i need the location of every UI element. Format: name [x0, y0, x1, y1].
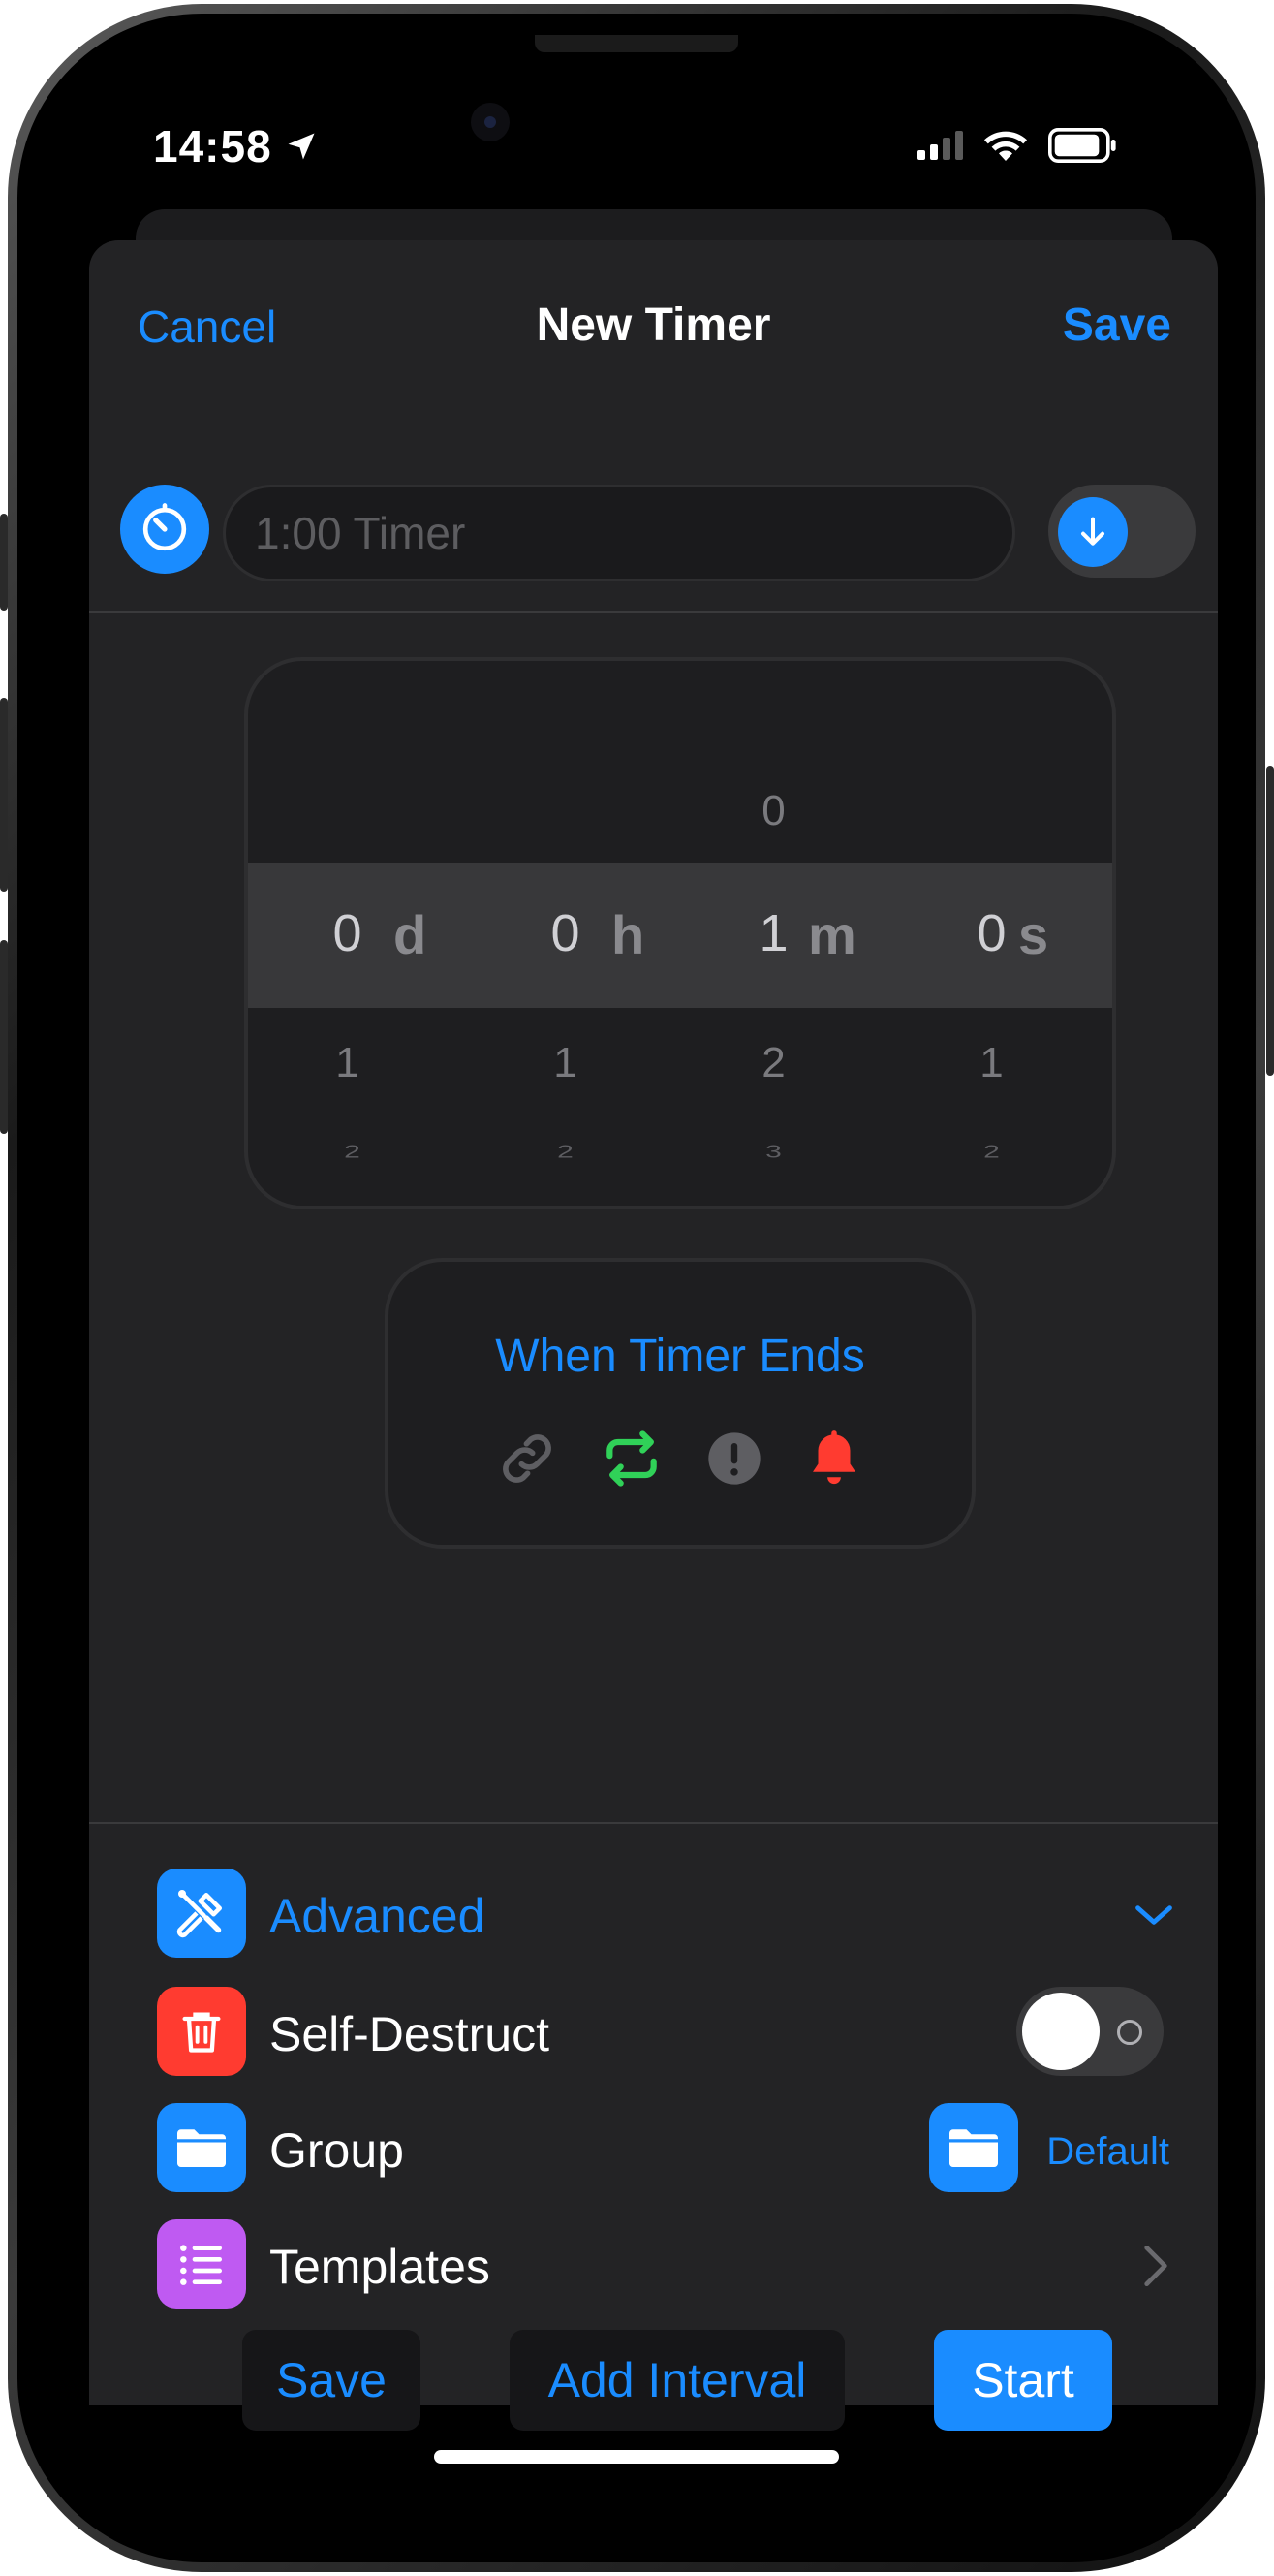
folder-icon: [157, 2103, 246, 2192]
battery-icon: [1048, 128, 1116, 163]
timer-icon-button[interactable]: [120, 485, 209, 574]
stopwatch-icon: [142, 503, 187, 551]
when-timer-ends-title: When Timer Ends: [495, 1331, 865, 1382]
count-direction-toggle[interactable]: [1048, 485, 1196, 578]
timer-name-row: [89, 465, 1218, 591]
start-button[interactable]: Start: [934, 2330, 1112, 2431]
save-template-button[interactable]: Save: [242, 2330, 420, 2431]
alert-icon[interactable]: [703, 1428, 765, 1490]
picker-selected-value: 0: [977, 904, 1007, 962]
action-buttons: Save Add Interval Start: [89, 2330, 1218, 2436]
options-panel: Advanced Self-Destruct Group Default Tem…: [89, 1824, 1218, 2431]
picker-value: 2: [344, 1142, 360, 1162]
page-title: New Timer: [536, 299, 771, 351]
group-label: Group: [269, 2123, 404, 2178]
picker-selected-value: 0: [332, 904, 362, 962]
list-icon: [157, 2219, 246, 2309]
self-destruct-toggle[interactable]: [1016, 1987, 1164, 2076]
phone-body: 14:58 Cancel New Timer Save 1:00 Timer 0…: [17, 14, 1256, 2562]
link-icon[interactable]: [494, 1426, 560, 1492]
advanced-label: Advanced: [269, 1889, 485, 1943]
picker-value: 1: [335, 1039, 359, 1086]
camera-icon: [471, 103, 510, 141]
templates-row[interactable]: Templates: [89, 2212, 1218, 2309]
signal-icon: [917, 131, 963, 160]
home-indicator[interactable]: [434, 2450, 839, 2464]
toggle-off-indicator: [1117, 2020, 1142, 2045]
status-bar-time: 14:58: [153, 120, 319, 173]
picker-unit: m: [808, 904, 856, 965]
when-timer-ends-card[interactable]: When Timer Ends: [385, 1258, 976, 1549]
save-button[interactable]: Save: [1063, 298, 1171, 352]
picker-column-seconds[interactable]: 0 s 1 2: [902, 661, 1112, 1206]
picker-column-days[interactable]: 0 d 1 2: [248, 661, 466, 1206]
chevron-down-icon[interactable]: [1133, 1900, 1175, 1931]
tools-icon: [157, 1869, 246, 1958]
screen: 14:58 Cancel New Timer Save 1:00 Timer 0…: [39, 35, 1234, 2541]
add-interval-button[interactable]: Add Interval: [510, 2330, 845, 2431]
picker-unit: h: [611, 904, 645, 965]
trash-icon: [157, 1987, 246, 2076]
end-actions: [388, 1425, 972, 1492]
duration-picker[interactable]: 0 d 1 2 0 h 1 2 0 1 m 2 3 0 s 1 2: [244, 657, 1116, 1209]
nav-bar: Cancel New Timer Save: [89, 279, 1218, 357]
clock-text: 14:58: [153, 121, 272, 172]
countdown-knob: [1058, 497, 1128, 567]
status-icons: [917, 128, 1118, 163]
bell-icon[interactable]: [802, 1425, 866, 1492]
new-timer-sheet: Cancel New Timer Save 1:00 Timer 0 d 1 2…: [89, 240, 1218, 2431]
self-destruct-row: Self-Destruct: [89, 1979, 1218, 2076]
advanced-row[interactable]: Advanced: [89, 1861, 1218, 1958]
toggle-knob: [1022, 1993, 1100, 2070]
group-value: Default: [1046, 2130, 1169, 2173]
power-button: [1266, 766, 1274, 1076]
phone-frame: 14:58 Cancel New Timer Save 1:00 Timer 0…: [8, 4, 1265, 2572]
repeat-icon[interactable]: [597, 1426, 667, 1492]
picker-value: 1: [979, 1039, 1004, 1086]
location-arrow-icon: [288, 133, 315, 160]
self-destruct-label: Self-Destruct: [269, 2007, 549, 2061]
picker-value: 2: [983, 1142, 1000, 1162]
picker-unit: d: [393, 904, 427, 965]
group-folder-icon: [929, 2103, 1018, 2192]
picker-unit: s: [1018, 904, 1049, 965]
timer-name-input[interactable]: [223, 485, 1015, 581]
wifi-icon: [984, 131, 1027, 161]
arrow-down-icon: [1081, 517, 1104, 546]
divider: [89, 611, 1218, 613]
volume-up-button: [0, 698, 8, 892]
picker-value: 0: [761, 787, 786, 834]
chevron-right-icon[interactable]: [1142, 2243, 1169, 2289]
templates-label: Templates: [269, 2240, 490, 2294]
speaker-grille: [535, 35, 738, 52]
volume-down-button: [0, 940, 8, 1134]
group-row[interactable]: Group Default: [89, 2095, 1218, 2192]
ringer-switch: [0, 514, 8, 611]
